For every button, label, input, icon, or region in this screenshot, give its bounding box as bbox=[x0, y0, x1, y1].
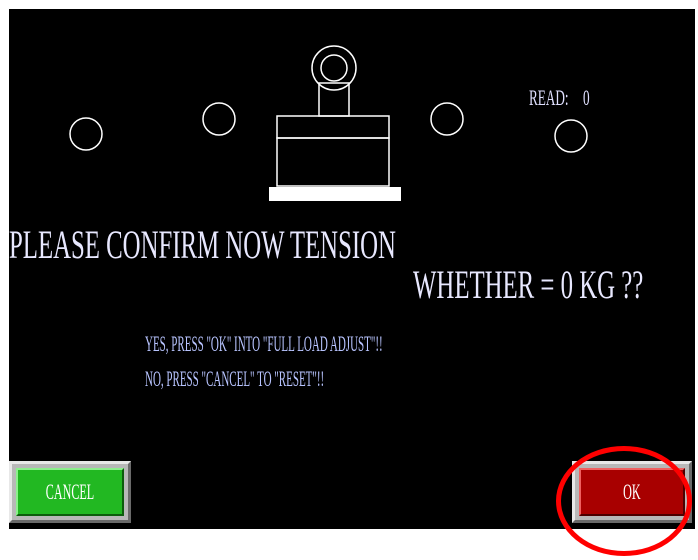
load-cell-weight-icon bbox=[276, 45, 390, 187]
confirm-prompt-line-1: PLEASE CONFIRM NOW TENSION bbox=[9, 222, 396, 267]
hint-yes-text: YES, PRESS "OK" INTO "FULL LOAD ADJUST"!… bbox=[145, 331, 383, 356]
load-cell-base bbox=[269, 187, 401, 201]
read-value: 0 bbox=[583, 85, 590, 110]
confirm-prompt-line-2: WHETHER = 0 KG ?? bbox=[413, 262, 644, 307]
ok-button-face[interactable]: OK bbox=[579, 468, 685, 516]
pulley-left-inner-icon bbox=[202, 102, 236, 136]
tension-diagram bbox=[69, 45, 588, 201]
pulley-right-outer-icon bbox=[554, 119, 588, 153]
cancel-button-face[interactable]: CANCEL bbox=[16, 468, 124, 516]
cancel-button[interactable]: CANCEL bbox=[9, 461, 131, 523]
pulley-right-inner-icon bbox=[430, 102, 464, 136]
read-label: READ: bbox=[529, 85, 569, 110]
ok-button[interactable]: OK bbox=[572, 461, 692, 523]
pulley-left-outer-icon bbox=[69, 117, 103, 151]
hint-no-text: NO, PRESS "CANCEL" TO "RESET"!! bbox=[145, 366, 325, 391]
hmi-screen: READ: 0 PLEASE CONFIRM NOW TENSION WHETH… bbox=[9, 9, 695, 529]
ok-button-label: OK bbox=[623, 479, 641, 504]
cancel-button-label: CANCEL bbox=[45, 479, 95, 504]
